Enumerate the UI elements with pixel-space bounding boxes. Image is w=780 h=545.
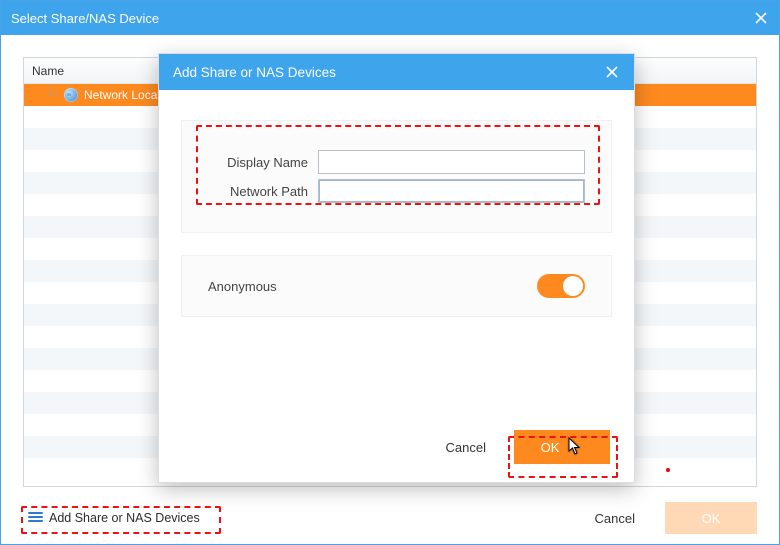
network-path-input[interactable] xyxy=(318,179,585,203)
display-name-row: Display Name xyxy=(208,150,585,174)
select-share-titlebar: Select Share/NAS Device xyxy=(1,1,779,35)
ok-button[interactable]: OK xyxy=(665,502,757,534)
cursor-icon xyxy=(567,437,583,457)
display-name-input[interactable] xyxy=(318,150,585,174)
toggle-knob xyxy=(563,276,583,296)
anonymous-block: Anonymous xyxy=(181,255,612,317)
ok-button[interactable]: OK xyxy=(514,430,610,464)
add-share-link[interactable]: Add Share or NAS Devices xyxy=(23,508,205,528)
close-icon[interactable] xyxy=(753,10,769,26)
add-share-titlebar: Add Share or NAS Devices xyxy=(159,54,634,90)
add-share-footer: Cancel OK xyxy=(446,430,610,464)
anonymous-label: Anonymous xyxy=(208,279,277,294)
anonymous-toggle[interactable] xyxy=(537,274,585,298)
add-share-body: Display Name Network Path Anonymous xyxy=(159,90,634,317)
footer-right: Cancel OK xyxy=(595,502,757,534)
select-share-title: Select Share/NAS Device xyxy=(11,11,159,26)
form-block: Display Name Network Path xyxy=(181,120,612,233)
display-name-label: Display Name xyxy=(208,155,318,170)
cancel-button[interactable]: Cancel xyxy=(446,440,486,455)
add-share-title: Add Share or NAS Devices xyxy=(173,65,336,80)
ok-button-label: OK xyxy=(541,440,560,455)
network-path-label: Network Path xyxy=(208,184,318,199)
add-share-link-label: Add Share or NAS Devices xyxy=(49,511,200,525)
add-share-dialog: Add Share or NAS Devices Display Name Ne… xyxy=(158,53,635,483)
select-share-footer: Add Share or NAS Devices Cancel OK xyxy=(1,492,779,544)
list-icon xyxy=(28,512,43,524)
close-icon[interactable] xyxy=(604,64,620,80)
cancel-button[interactable]: Cancel xyxy=(595,511,635,526)
tree-connector-icon xyxy=(44,84,58,106)
network-path-row: Network Path xyxy=(208,179,585,203)
globe-icon xyxy=(64,88,78,102)
